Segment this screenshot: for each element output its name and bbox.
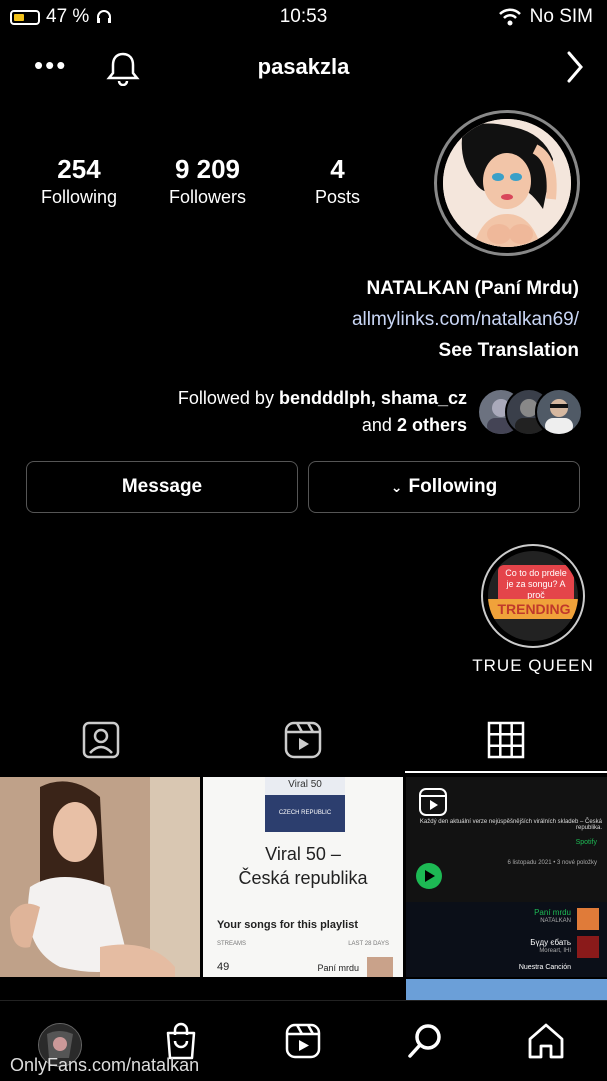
track-list: Paní mrdu NATALKAN Бүду єбать Moreart, I…	[406, 902, 607, 977]
reels-tab-icon[interactable]	[283, 720, 323, 760]
post-photo	[0, 777, 200, 977]
track-title: Бүду єбать	[530, 938, 571, 947]
followed-by-prefix: Followed by	[177, 388, 274, 408]
following-button[interactable]: ⌄ Following	[308, 461, 580, 513]
home-icon[interactable]	[526, 1021, 566, 1061]
stat-followers-label: Followers	[168, 187, 247, 207]
followed-by-names: bendddlph, shama_cz	[278, 388, 467, 408]
track-thumbnail	[577, 936, 599, 958]
post-tile[interactable]	[0, 777, 200, 977]
play-button	[416, 863, 442, 889]
playlist-subtitle: Your songs for this playlist	[217, 919, 358, 931]
row-song: Paní mrdu	[317, 963, 359, 973]
profile-avatar[interactable]	[434, 110, 580, 256]
following-button-label: Following	[408, 476, 498, 497]
post-tile[interactable]: Viral 50 CZECH REPUBLIC Viral 50 – Česká…	[203, 777, 403, 977]
track-thumbnail	[577, 908, 599, 930]
track-title: Nuestra Canción	[518, 964, 571, 971]
stat-following-label: Following	[40, 187, 118, 207]
reels-icon	[419, 788, 447, 816]
followed-by-text[interactable]: Followed by bendddlph, shama_cz and 2 ot…	[47, 385, 467, 439]
status-bar: 47 % 10:53 No SIM	[0, 0, 607, 34]
row-value: 49	[217, 961, 230, 973]
stat-posts-count: 4	[330, 154, 345, 184]
profile-display-name: NATALKAN (Paní Mrdu)	[366, 278, 580, 299]
playlist-description: Každý den aktuální verze nejúspěšnějších…	[419, 819, 602, 831]
grid-tab-icon[interactable]	[486, 720, 526, 760]
stat-following[interactable]: 254 Following	[24, 154, 134, 208]
playlist-meta: 6 listopadu 2021 • 3 nové položky	[507, 860, 598, 866]
playlist-country-banner: CZECH REPUBLIC	[265, 795, 345, 832]
playlist-cover-tag: Viral 50	[288, 779, 322, 790]
post-tile[interactable]: Každý den aktuální verze nejúspěšnějších…	[406, 777, 607, 977]
see-translation-link[interactable]: See Translation	[439, 340, 579, 362]
reels-nav-icon[interactable]	[285, 1023, 321, 1059]
row-thumbnail	[367, 957, 393, 977]
spotify-label: Spotify	[575, 839, 597, 846]
track-artist: Moreart, IHI	[539, 948, 571, 954]
wifi-icon	[498, 8, 521, 26]
stat-posts[interactable]: 4 Posts	[300, 154, 375, 208]
post-tile-partial[interactable]	[406, 979, 607, 1000]
active-tab-indicator	[405, 771, 607, 773]
message-button[interactable]: Message	[26, 461, 298, 513]
message-button-label: Message	[121, 476, 203, 497]
stat-posts-label: Posts	[314, 187, 361, 207]
highlight-trending-banner: TRENDING	[488, 599, 578, 619]
followed-by-others: 2 others	[396, 415, 467, 435]
carrier-label: No SIM	[529, 6, 593, 27]
status-right: No SIM	[498, 6, 593, 28]
back-arrow-icon[interactable]	[565, 50, 585, 84]
chevron-down-icon: ⌄	[390, 478, 403, 495]
follower-avatar	[535, 388, 583, 436]
watermark-text: OnlyFans.com/natalkan	[10, 1055, 200, 1075]
profile-link[interactable]: allmylinks.com/natalkan69/	[352, 309, 579, 331]
playlist-title-line2: Česká republika	[238, 868, 368, 888]
highlight-cover: Co to do prdele je za songu? A proč TREN…	[488, 551, 578, 641]
stat-following-count: 254	[57, 154, 101, 184]
story-highlight[interactable]: Co to do prdele je za songu? A proč TREN…	[481, 544, 585, 648]
stat-followers-count: 9 209	[174, 154, 241, 184]
column-days: LAST 28 DAYS	[348, 941, 389, 947]
track-title: Paní mrdu	[534, 908, 571, 917]
playlist-title-line1: Viral 50 –	[265, 844, 341, 864]
stat-followers[interactable]: 9 209 Followers	[150, 154, 265, 208]
tagged-posts-icon[interactable]	[81, 720, 121, 760]
followed-by-and: and	[361, 415, 392, 435]
profile-username: pasakzla	[257, 54, 350, 79]
track-artist: NATALKAN	[540, 918, 571, 924]
column-streams: STREAMS	[217, 941, 247, 947]
avatar-cartoon-image	[443, 119, 571, 247]
search-icon[interactable]	[405, 1021, 445, 1061]
highlight-label: TRUE QUEEN	[472, 656, 594, 675]
